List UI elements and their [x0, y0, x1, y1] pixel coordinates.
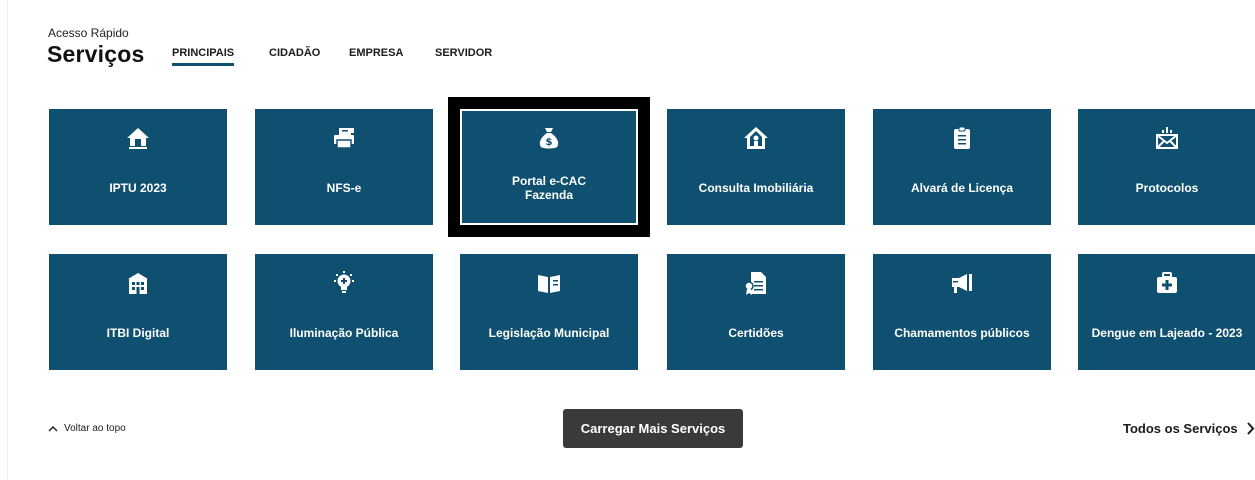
tile-label: Portal e-CAC Fazenda [511, 174, 586, 202]
tile-legislacao[interactable]: Legislação Municipal [460, 254, 638, 370]
tile-label: Consulta Imobiliária [698, 181, 814, 195]
all-services-link[interactable]: Todos os Serviços [1123, 421, 1255, 436]
chevron-up-icon [48, 425, 58, 432]
tile-itbi[interactable]: ITBI Digital [49, 254, 227, 370]
quick-access-section: Acesso Rápido Serviços PRINCIPAIS CIDADÃ… [0, 0, 1255, 480]
money-bag-icon: $ [460, 123, 638, 153]
home-search-icon [667, 123, 845, 153]
section-eyebrow: Acesso Rápido [48, 26, 129, 40]
tile-label: Certidões [728, 326, 784, 340]
tile-label: Alvará de Licença [910, 181, 1014, 195]
tile-certidoes[interactable]: Certidões [667, 254, 845, 370]
tile-label: Iluminação Pública [289, 326, 399, 340]
tile-protocolos[interactable]: Protocolos [1078, 109, 1255, 225]
section-title: Serviços [47, 41, 145, 67]
tile-label: IPTU 2023 [109, 181, 167, 195]
building-icon [49, 268, 227, 298]
left-divider [7, 0, 8, 480]
tile-label: Chamamentos públicos [894, 326, 1030, 340]
book-icon [460, 268, 638, 298]
megaphone-icon [873, 268, 1051, 298]
tile-label: ITBI Digital [106, 326, 170, 340]
certificate-icon [667, 268, 845, 298]
house-tax-icon [49, 123, 227, 153]
back-to-top-link[interactable]: Voltar ao topo [48, 423, 126, 434]
tile-alvara[interactable]: Alvará de Licença [873, 109, 1051, 225]
lightbulb-icon [255, 268, 433, 298]
envelope-icon [1078, 123, 1255, 153]
all-services-label: Todos os Serviços [1123, 421, 1238, 436]
svg-text:$: $ [546, 137, 553, 148]
back-to-top-label: Voltar ao topo [64, 423, 126, 434]
load-more-button[interactable]: Carregar Mais Serviços [563, 409, 743, 448]
chevron-right-icon [1246, 422, 1254, 435]
tile-label: NFS-e [326, 181, 362, 195]
tile-iluminacao[interactable]: Iluminação Pública [255, 254, 433, 370]
tile-dengue[interactable]: Dengue em Lajeado - 2023 [1078, 254, 1255, 370]
clipboard-icon [873, 123, 1051, 153]
tile-portal-ecac[interactable]: $ Portal e-CAC Fazenda [448, 97, 650, 237]
tile-consulta-imobiliaria[interactable]: Consulta Imobiliária [667, 109, 845, 225]
tab-servidor[interactable]: SERVIDOR [435, 47, 492, 66]
tab-empresa[interactable]: EMPRESA [349, 47, 403, 66]
tile-label: Dengue em Lajeado - 2023 [1091, 326, 1243, 340]
tile-nfse[interactable]: NFS-e [255, 109, 433, 225]
tab-principais[interactable]: PRINCIPAIS [172, 47, 235, 66]
invoice-printer-icon [255, 123, 433, 153]
tile-iptu[interactable]: IPTU 2023 [49, 109, 227, 225]
first-aid-icon [1078, 268, 1255, 298]
tab-cidadao[interactable]: CIDADÃO [269, 47, 320, 66]
tile-label: Legislação Municipal [488, 326, 610, 340]
tile-chamamentos[interactable]: Chamamentos públicos [873, 254, 1051, 370]
tile-label: Protocolos [1135, 181, 1199, 195]
